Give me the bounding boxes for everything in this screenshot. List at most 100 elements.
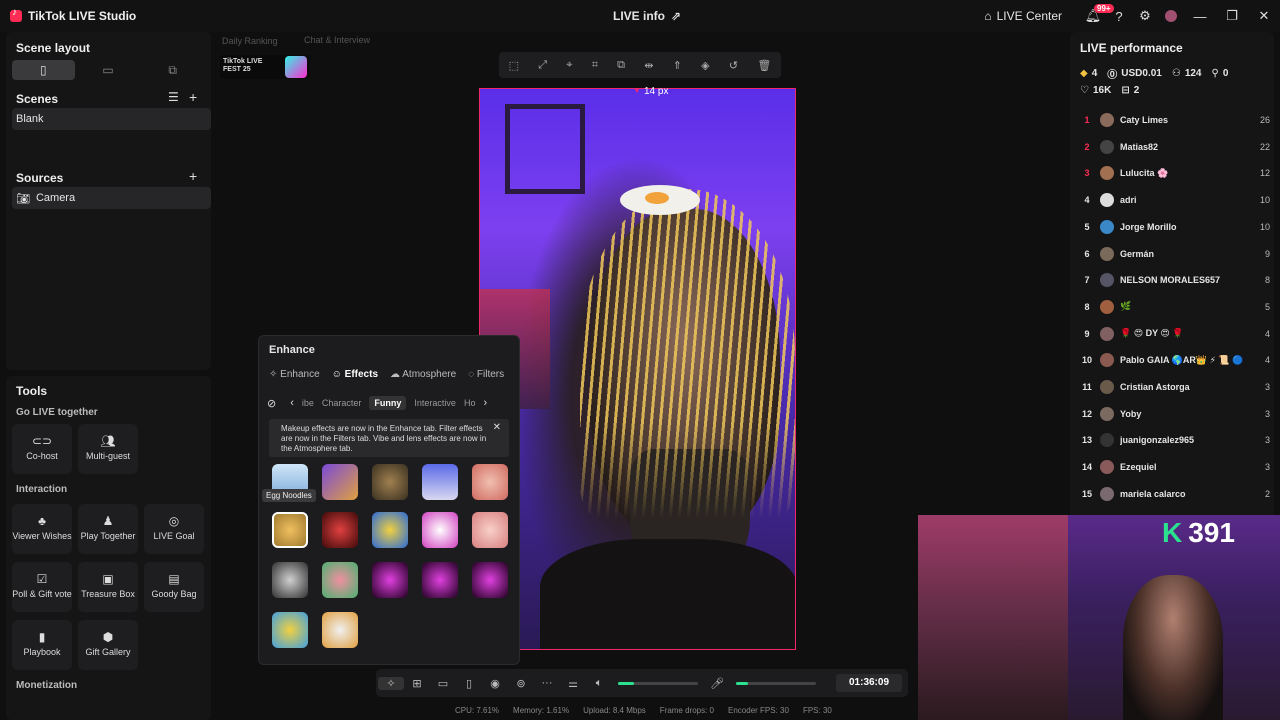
expand-icon[interactable]: ⤢ [538,59,547,72]
effect-thumb-8[interactable] [372,512,408,548]
gift-gallery-button[interactable]: ⬢ Gift Gallery [78,620,138,670]
poll-gift-button[interactable]: ☑ Poll & Gift vote [12,562,72,612]
effect-thumb-10[interactable] [472,512,508,548]
minimize-button[interactable]: — [1184,9,1216,24]
camera-toggle-button[interactable]: ⊚ [508,677,534,690]
mic-slider[interactable] [736,681,816,685]
category-vibe[interactable]: ibe [302,398,314,408]
more-button[interactable]: ··· [534,677,560,689]
effect-thumb-4[interactable] [422,464,458,500]
reset-icon[interactable]: ↺ [729,59,738,72]
share-icon[interactable]: ⇗ [671,9,681,23]
maximize-button[interactable]: ❐ [1216,8,1248,24]
effect-thumb-12[interactable] [322,562,358,598]
settings-button[interactable]: ⚙ [1132,3,1158,29]
layout-portrait-tab[interactable]: ▯ [12,60,75,80]
speaker-icon[interactable]: 🔈︎ [586,677,612,690]
scene-item[interactable]: Blank [12,108,211,130]
ranking-row[interactable]: 11 Cristian Astorga 3 [1080,377,1270,397]
close-button[interactable]: ✕ [1248,8,1280,24]
audio-settings-button[interactable]: ⚌ [560,677,586,690]
effect-thumb-15[interactable] [472,562,508,598]
no-effect-icon[interactable]: ⊘ [267,397,276,410]
chevron-left-icon[interactable]: ‹ [290,397,294,409]
volume-slider[interactable] [618,681,698,685]
layer-icon[interactable]: ◈ [701,59,709,72]
category-interactive[interactable]: Interactive [414,398,456,408]
source-item[interactable]: 📷︎ Camera [12,187,211,209]
effect-thumb-9[interactable] [422,512,458,548]
live-center-button[interactable]: ⌂ LIVE Center [984,9,1062,23]
ranking-row[interactable]: 8 🌿 5 [1080,297,1270,317]
playbook-button[interactable]: ▮ Playbook [12,620,72,670]
category-character[interactable]: Character [322,398,362,408]
layout-dual-tab[interactable]: ⧉ [141,60,204,80]
chat-overlay[interactable]: Chat & Interview [304,35,370,45]
avatar [1100,299,1114,314]
ranking-row[interactable]: 9 🌹 😍 DY 😍 🌹 4 [1080,324,1270,344]
align-icon[interactable]: ⇑ [673,59,682,72]
add-scene-button[interactable]: + [189,89,197,105]
category-funny[interactable]: Funny [369,396,407,410]
effect-thumb-11[interactable] [272,562,308,598]
ranking-row[interactable]: 10 Pablo GAIA 🌎AR👑 ⚡ 📜 🔵 4 [1080,350,1270,370]
notifications-button[interactable]: 🔔︎ 99+ [1080,3,1114,29]
multiguest-button[interactable]: 👥︎ Multi-guest [78,424,138,474]
flip-icon[interactable]: ⇹ [644,59,653,72]
ranking-row[interactable]: 3 Lulucita 🌸 12 [1080,163,1270,183]
tab-effects[interactable]: ☺ Effects [332,369,378,380]
layout-landscape-tab[interactable]: ▭ [77,60,140,80]
effect-thumb-17[interactable] [322,612,358,648]
ranking-row[interactable]: 4 adri 10 [1080,190,1270,210]
effect-thumb-5[interactable] [472,464,508,500]
goody-bag-button[interactable]: ▤ Goody Bag [144,562,204,612]
live-goal-button[interactable]: ◎ LIVE Goal [144,504,204,554]
ranking-row[interactable]: 14 Ezequiel 3 [1080,457,1270,477]
close-notice-icon[interactable]: ✕ [493,423,501,433]
tab-filters[interactable]: ◌ Filters [468,369,504,380]
daily-ranking-overlay[interactable]: Daily Ranking [222,36,278,46]
effect-thumb-14[interactable] [422,562,458,598]
delete-icon[interactable]: 🗑︎ [757,59,771,72]
control-bar: ✧ ⊞ ▭ ▯ ◉ ⊚ ··· ⚌ 🔈︎ 🎤︎ 01:36:09 [376,669,908,697]
effect-thumb-2[interactable] [322,464,358,500]
scene-button[interactable]: ⊞ [404,677,430,690]
ranking-row[interactable]: 6 Germán 9 [1080,244,1270,264]
copy-icon[interactable]: ⧉ [617,59,625,72]
treasure-box-button[interactable]: ▣ Treasure Box [78,562,138,612]
effect-thumb-7[interactable] [322,512,358,548]
ranking-row[interactable]: 12 Yoby 3 [1080,404,1270,424]
ranking-row[interactable]: 5 Jorge Morillo 10 [1080,217,1270,237]
ranking-row[interactable]: 7 NELSON MORALES657 8 [1080,270,1270,290]
effect-thumb-egg-noodles[interactable] [272,512,308,548]
play-together-button[interactable]: ♟ Play Together [78,504,138,554]
ranking-row[interactable]: 2 Matias82 22 [1080,137,1270,157]
tab-enhance[interactable]: ✧ Enhance [269,369,320,380]
viewer-wishes-button[interactable]: ♣ Viewer Wishes [12,504,72,554]
select-icon[interactable]: ⬚ [509,59,519,72]
profile-button[interactable] [1158,3,1184,29]
chevron-right-icon[interactable]: › [483,397,487,409]
camera-preview[interactable] [479,88,796,650]
live-info-title[interactable]: LIVE info ⇗ [613,9,681,23]
cohost-button[interactable]: ⊂⊃ Co-host [12,424,72,474]
effect-thumb-13[interactable] [372,562,408,598]
help-button[interactable]: ? [1106,3,1132,29]
ranking-row[interactable]: 15 mariela calarco 2 [1080,484,1270,504]
crop-icon[interactable]: ⌗ [592,59,598,72]
ranking-row[interactable]: 1 Caty Limes 26 [1080,110,1270,130]
ranking-row[interactable]: 13 juanigonzalez965 3 [1080,430,1270,450]
effects-button[interactable]: ✧ [378,676,404,690]
scene-list-icon[interactable]: ☰ [168,90,179,104]
effect-thumb-16[interactable] [272,612,308,648]
microphone-icon[interactable]: 🎤︎ [704,677,730,690]
center-icon[interactable]: ⌖ [566,59,572,72]
record-button[interactable]: ◉ [482,677,508,690]
layout-button[interactable]: ▭ [430,677,456,690]
tab-atmosphere[interactable]: ☁ Atmosphere [390,369,456,380]
background-frame [505,104,585,194]
category-more[interactable]: Ho [464,398,476,408]
portrait-button[interactable]: ▯ [456,677,482,690]
add-source-button[interactable]: + [189,168,197,184]
effect-thumb-3[interactable] [372,464,408,500]
